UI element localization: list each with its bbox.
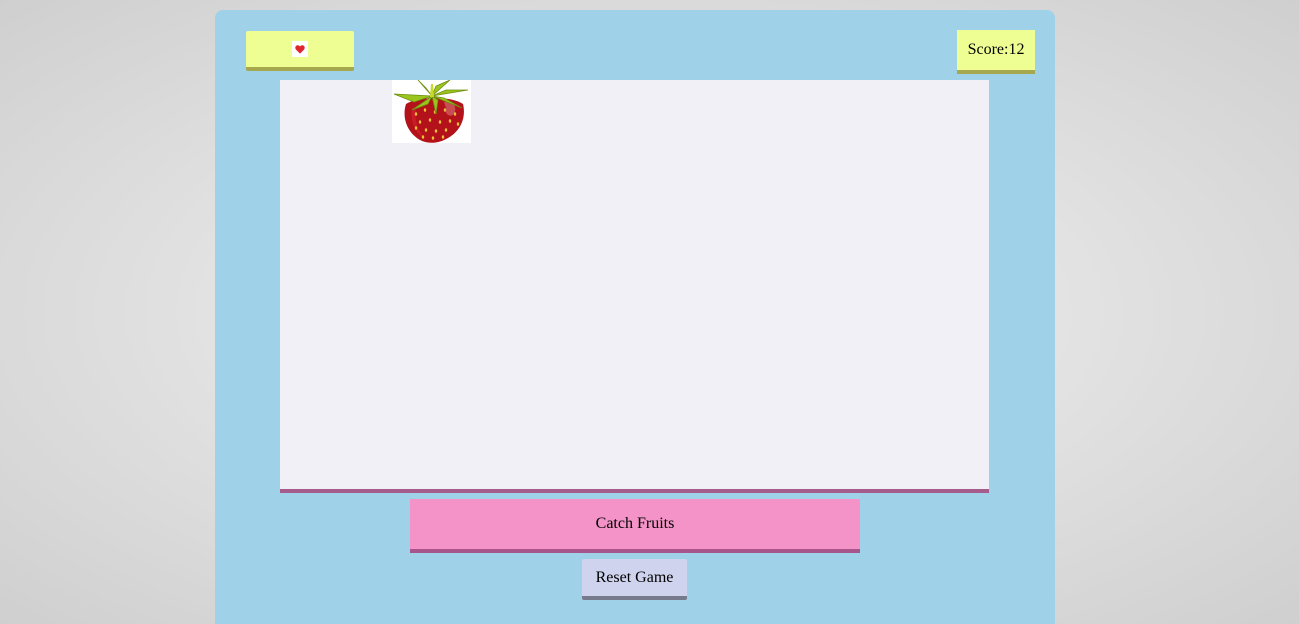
play-area[interactable] bbox=[280, 80, 989, 493]
heart-icon bbox=[291, 41, 308, 57]
reset-game-button[interactable]: Reset Game bbox=[582, 559, 687, 600]
strawberry-icon[interactable] bbox=[392, 80, 471, 143]
game-container: Score:12 Catch Fruits Reset Game bbox=[215, 10, 1055, 624]
catch-fruits-button[interactable]: Catch Fruits bbox=[410, 499, 860, 553]
lives-box bbox=[246, 31, 354, 71]
score-display: Score:12 bbox=[957, 30, 1035, 74]
